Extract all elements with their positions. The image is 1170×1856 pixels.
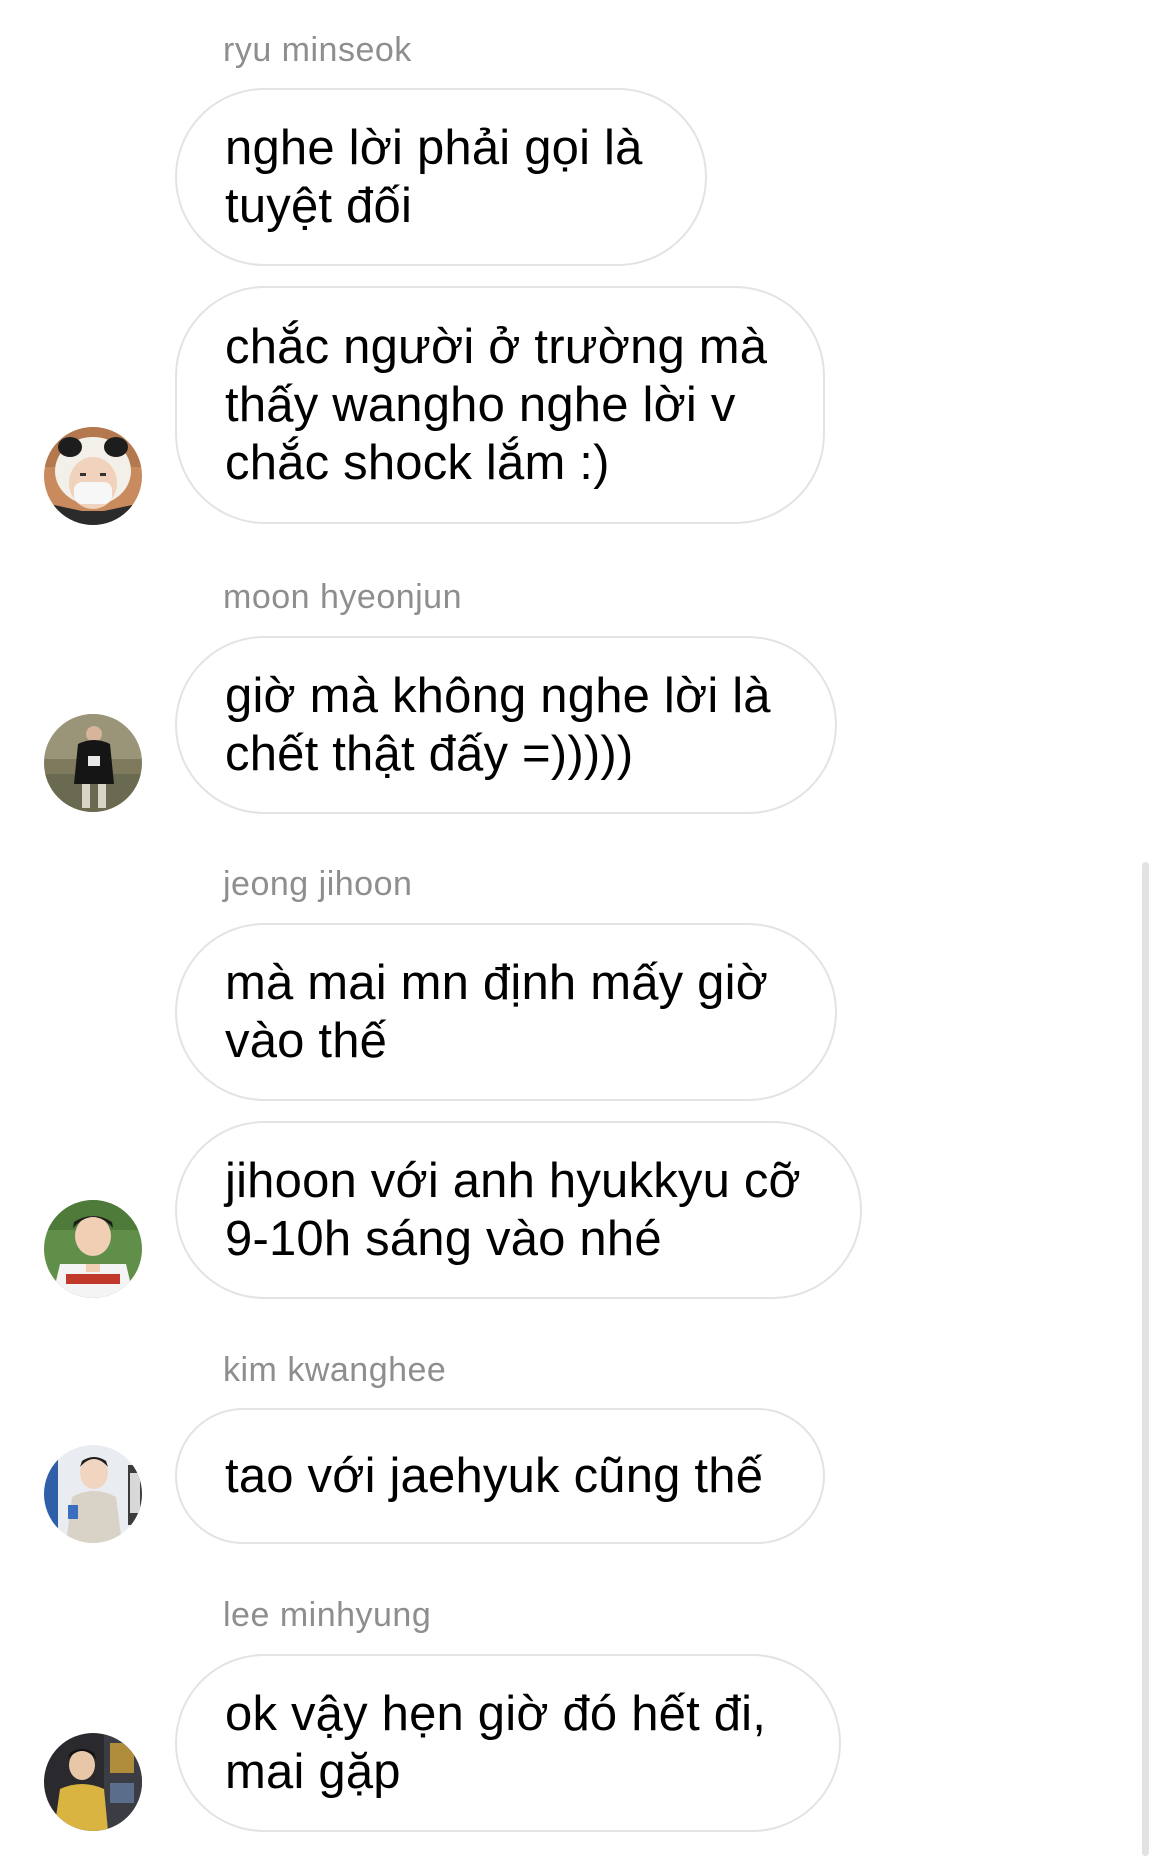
sender-name: jeong jihoon xyxy=(223,865,413,903)
message-bubble[interactable]: nghe lời phải gọi là tuyệt đối xyxy=(175,88,707,266)
message-text: nghe lời phải gọi là tuyệt đối xyxy=(225,121,643,233)
avatar[interactable] xyxy=(44,714,142,812)
message-bubble[interactable]: tao với jaehyuk cũng thế xyxy=(175,1408,825,1544)
scrollbar[interactable] xyxy=(1142,862,1149,1856)
message-bubble[interactable]: giờ mà không nghe lời là chết thật đấy =… xyxy=(175,636,837,814)
avatar[interactable] xyxy=(44,1200,142,1298)
message-bubble[interactable]: ok vậy hẹn giờ đó hết đi, mai gặp xyxy=(175,1654,841,1832)
sender-name: ryu minseok xyxy=(223,31,412,69)
message-bubble[interactable]: chắc người ở trường mà thấy wangho nghe … xyxy=(175,286,825,524)
message-text: mà mai mn định mấy giờ vào thế xyxy=(225,956,769,1068)
user-avatar-beige-hoodie-icon xyxy=(44,1445,142,1543)
message-bubble[interactable]: jihoon với anh hyukkyu cỡ 9-10h sáng vào… xyxy=(175,1121,862,1299)
message-text: jihoon với anh hyukkyu cỡ 9-10h sáng vào… xyxy=(225,1154,801,1266)
message-text: giờ mà không nghe lời là chết thật đấy =… xyxy=(225,669,771,781)
avatar[interactable] xyxy=(44,1733,142,1831)
message-bubble[interactable]: mà mai mn định mấy giờ vào thế xyxy=(175,923,837,1101)
sender-name: kim kwanghee xyxy=(223,1351,447,1389)
user-avatar-panda-hood-masked-icon xyxy=(44,427,142,525)
sender-name: lee minhyung xyxy=(223,1596,432,1634)
message-text: tao với jaehyuk cũng thế xyxy=(225,1449,764,1503)
sender-name: moon hyeonjun xyxy=(223,578,463,616)
message-text: chắc người ở trường mà thấy wangho nghe … xyxy=(225,320,768,490)
message-text: ok vậy hẹn giờ đó hết đi, mai gặp xyxy=(225,1687,767,1799)
avatar[interactable] xyxy=(44,427,142,525)
user-avatar-black-hoodie-icon xyxy=(44,714,142,812)
user-avatar-baseball-jersey-icon xyxy=(44,1200,142,1298)
user-avatar-yellow-jacket-icon xyxy=(44,1733,142,1831)
avatar[interactable] xyxy=(44,1445,142,1543)
